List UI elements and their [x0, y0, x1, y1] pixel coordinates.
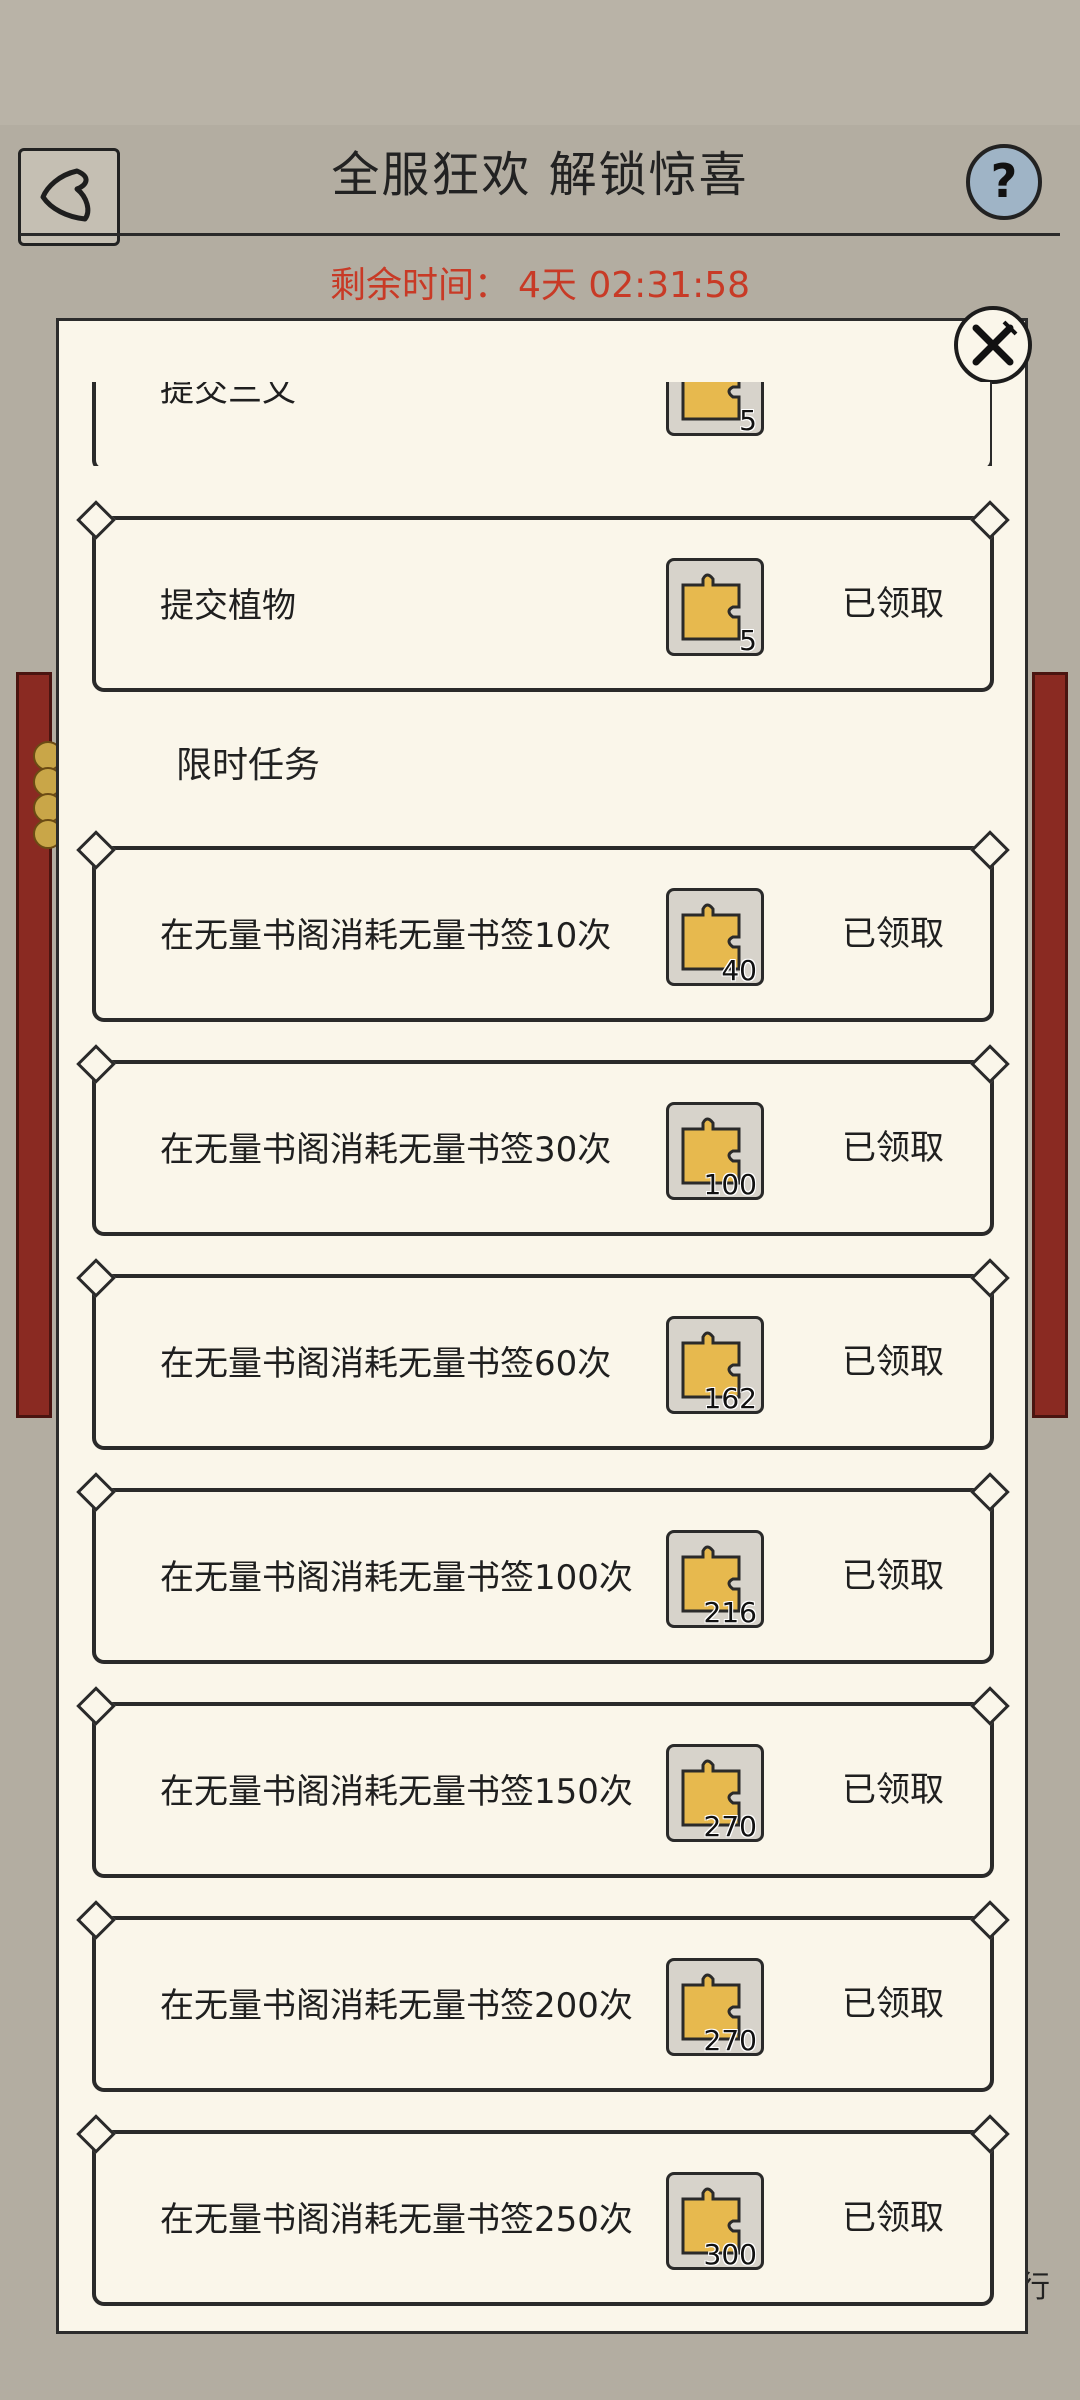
reward-item[interactable]: 5	[666, 558, 764, 657]
section-title-limited-tasks: 限时任务	[176, 745, 321, 786]
task-text: 在无量书阁消耗无量书签100次	[160, 1558, 633, 1598]
claimed-status: 已领取	[842, 584, 944, 624]
task-text: 在无量书阁消耗无量书签150次	[160, 1772, 633, 1812]
reward-count: 100	[703, 1168, 757, 1201]
task-text: 提交三文	[160, 382, 296, 410]
task-card: 在无量书阁消耗无量书签100次 216 已领取	[92, 1488, 994, 1664]
reward-count: 270	[703, 1810, 757, 1843]
claimed-status: 已领取	[842, 1342, 944, 1382]
task-text: 在无量书阁消耗无量书签30次	[160, 1130, 612, 1170]
partial-card-clip: 提交三文 5	[92, 382, 992, 466]
reward-count: 216	[703, 1596, 757, 1629]
reward-item[interactable]: 162	[666, 1316, 764, 1415]
task-card: 在无量书阁消耗无量书签150次 270 已领取	[92, 1702, 994, 1878]
reward-item: 5	[666, 382, 764, 437]
task-card: 提交植物 5 已领取	[92, 516, 994, 692]
claimed-status: 已领取	[842, 1556, 944, 1596]
claimed-status: 已领取	[842, 1128, 944, 1168]
task-card-partial: 提交三文 5	[92, 382, 992, 466]
task-card: 在无量书阁消耗无量书签30次 100 已领取	[92, 1060, 994, 1236]
task-text: 提交植物	[160, 586, 296, 626]
task-text: 在无量书阁消耗无量书签10次	[160, 916, 612, 956]
claimed-status: 已领取	[842, 914, 944, 954]
reward-item[interactable]: 40	[666, 888, 764, 987]
reward-count: 40	[721, 954, 757, 987]
task-card: 在无量书阁消耗无量书签200次 270 已领取	[92, 1916, 994, 2092]
task-card: 在无量书阁消耗无量书签60次 162 已领取	[92, 1274, 994, 1450]
reward-item[interactable]: 216	[666, 1530, 764, 1629]
task-text: 在无量书阁消耗无量书签200次	[160, 1986, 633, 2026]
reward-count: 270	[703, 2024, 757, 2057]
task-card: 在无量书阁消耗无量书签10次 40 已领取	[92, 846, 994, 1022]
reward-item[interactable]: 270	[666, 1744, 764, 1843]
reward-item[interactable]: 100	[666, 1102, 764, 1201]
reward-item[interactable]: 270	[666, 1958, 764, 2057]
task-text: 在无量书阁消耗无量书签60次	[160, 1344, 612, 1384]
task-list: 提交三文 5 提交植物 5 已领取 限时任务 在无量书阁消耗无量书签10次 40	[0, 0, 1080, 2400]
claimed-status: 已领取	[842, 2198, 944, 2238]
reward-count: 300	[703, 2238, 757, 2271]
reward-count: 162	[703, 1382, 757, 1415]
claimed-status: 已领取	[842, 1770, 944, 1810]
task-text: 在无量书阁消耗无量书签250次	[160, 2200, 633, 2240]
reward-item[interactable]: 300	[666, 2172, 764, 2271]
reward-count: 5	[739, 624, 757, 657]
task-card: 在无量书阁消耗无量书签250次 300 已领取	[92, 2130, 994, 2306]
claimed-status: 已领取	[842, 1984, 944, 2024]
reward-count: 5	[739, 404, 757, 437]
